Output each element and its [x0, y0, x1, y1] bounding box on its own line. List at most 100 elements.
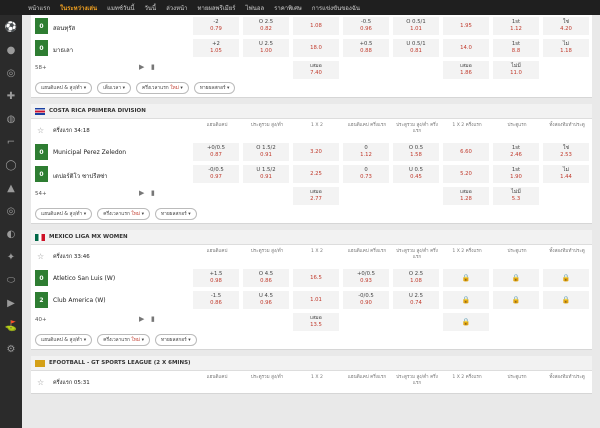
odds-cell[interactable]: ไม่ 1.44 — [543, 165, 589, 183]
odds-cell[interactable]: -0.5 0.96 — [343, 17, 389, 35]
odds-cell[interactable]: 0 0.73 — [343, 165, 389, 183]
odds-cell[interactable]: U 0.5 0.45 — [393, 165, 439, 183]
odds-cell[interactable]: 🔒 — [543, 291, 589, 309]
odds-cell[interactable]: เสมอ 13.5 — [293, 313, 339, 331]
odds-cell[interactable]: U 1.5/2 0.91 — [243, 165, 289, 183]
odds-cell[interactable]: 6.60 — [443, 143, 489, 161]
nav-item-4[interactable]: ล่วงหน้า — [166, 3, 187, 13]
live-stream-icon[interactable]: ▶ — [139, 63, 144, 71]
odds-cell[interactable]: +0.5 0.88 — [343, 39, 389, 57]
more-markets-count[interactable]: 54+ — [35, 191, 47, 197]
odds-cell[interactable]: เสมอ 1.86 — [443, 61, 489, 79]
odds-cell[interactable]: 🔒 — [493, 291, 539, 309]
odds-cell[interactable]: 5.20 — [443, 165, 489, 183]
tennis-icon[interactable]: ◎ — [4, 67, 18, 81]
market-filter-dropdown[interactable]: ครึ่งเวลาแรก ใหม่ ▾ — [136, 82, 189, 94]
team-name[interactable]: สอนทุรัส — [53, 23, 75, 33]
odds-cell[interactable]: 0 1.12 — [343, 143, 389, 161]
stats-icon[interactable]: ▮ — [151, 63, 155, 71]
market-filter-dropdown[interactable]: ครึ่งเวลาแรก ใหม่ ▾ — [97, 334, 150, 346]
rugby-icon[interactable]: ⬭ — [4, 274, 18, 288]
odds-cell[interactable]: -0/0.5 0.90 — [343, 291, 389, 309]
market-filter-dropdown[interactable]: แฮนดิแคป & สูง/ต่ำ ▾ — [35, 82, 93, 94]
golf-icon[interactable]: ⛳ — [4, 320, 18, 334]
cycling-icon[interactable]: ⚙ — [4, 343, 18, 357]
live-stream-icon[interactable]: ▶ — [139, 315, 144, 323]
market-filter-dropdown[interactable]: แฮนดิแคป & สูง/ต่ำ ▾ — [35, 208, 93, 220]
odds-cell[interactable]: 1.95 — [443, 17, 489, 35]
nav-item-1[interactable]: ในระหว่างเล่น — [60, 3, 97, 13]
odds-cell[interactable]: -1.5 0.86 — [193, 291, 239, 309]
odds-cell[interactable]: U 2.5 0.74 — [393, 291, 439, 309]
hockey-stick-icon[interactable]: ⌐ — [4, 136, 18, 150]
odds-cell[interactable]: ใช่ 4.20 — [543, 17, 589, 35]
odds-cell[interactable]: O 0.5 1.58 — [393, 143, 439, 161]
favorite-star-icon[interactable]: ☆ — [37, 252, 44, 261]
odds-cell[interactable]: +2 1.05 — [193, 39, 239, 57]
odds-cell[interactable]: O 2.5 1.08 — [393, 269, 439, 287]
nav-item-5[interactable]: ทายผลพรีเมียร์ — [198, 3, 236, 13]
odds-cell[interactable]: U 0.5/1 0.81 — [393, 39, 439, 57]
odds-cell[interactable]: เสมอ 2.77 — [293, 187, 339, 205]
stats-icon[interactable]: ▮ — [151, 315, 155, 323]
odds-cell[interactable]: 16.5 — [293, 269, 339, 287]
nav-item-7[interactable]: ราคาพิเศษ — [274, 3, 302, 13]
odds-cell[interactable]: เสมอ 1.28 — [443, 187, 489, 205]
market-filter-dropdown[interactable]: ทายผลสกอร์ ▾ — [193, 82, 236, 94]
nav-item-2[interactable]: แมทช์วันนี้ — [107, 3, 134, 13]
odds-cell[interactable]: 1st 1.90 — [493, 165, 539, 183]
odds-cell[interactable]: ใช่ 2.53 — [543, 143, 589, 161]
odds-cell[interactable]: ไม่ 1.18 — [543, 39, 589, 57]
table-tennis-icon[interactable]: ◐ — [4, 228, 18, 242]
odds-cell[interactable]: ไม่มี 11.0 — [493, 61, 539, 79]
odds-cell[interactable]: เสมอ 7.40 — [293, 61, 339, 79]
team-name[interactable]: มาธเลา — [53, 45, 73, 55]
odds-cell[interactable]: U 4.5 0.96 — [243, 291, 289, 309]
market-filter-dropdown[interactable]: ทายผลสกอร์ ▾ — [155, 334, 197, 346]
soccer-ball-icon[interactable]: ⚽ — [4, 21, 18, 35]
odds-cell[interactable]: O 4.5 0.86 — [243, 269, 289, 287]
odds-cell[interactable]: 1st 1.12 — [493, 17, 539, 35]
market-filter-dropdown[interactable]: ครึ่งเวลาแรก ใหม่ ▾ — [97, 208, 150, 220]
stats-icon[interactable]: ▮ — [151, 189, 155, 197]
nav-item-3[interactable]: วันนี้ — [145, 3, 157, 13]
more-markets-count[interactable]: 58+ — [35, 65, 47, 71]
odds-cell[interactable]: 1st 2.46 — [493, 143, 539, 161]
odds-cell[interactable]: O 1.5/2 0.91 — [243, 143, 289, 161]
nav-item-0[interactable]: หน้าแรก — [28, 3, 50, 13]
baseball-icon[interactable]: ◯ — [4, 159, 18, 173]
odds-cell[interactable]: U 2.5 1.00 — [243, 39, 289, 57]
team-name[interactable]: เดปอร์ติโว ซาปรีสซ่า — [53, 171, 108, 181]
odds-cell[interactable]: 14.0 — [443, 39, 489, 57]
odds-cell[interactable]: -2 0.79 — [193, 17, 239, 35]
odds-cell[interactable]: 1.01 — [293, 291, 339, 309]
mma-icon[interactable]: ✦ — [4, 251, 18, 265]
badminton-icon[interactable]: ✚ — [4, 90, 18, 104]
favorite-star-icon[interactable]: ☆ — [37, 126, 44, 135]
volleyball-icon[interactable]: ◍ — [4, 113, 18, 127]
odds-cell[interactable]: ไม่มี 5.3 — [493, 187, 539, 205]
odds-cell[interactable]: 3.20 — [293, 143, 339, 161]
odds-cell[interactable]: +1.5 0.98 — [193, 269, 239, 287]
odds-cell[interactable]: O 2.5 0.82 — [243, 17, 289, 35]
odds-cell[interactable]: 🔒 — [443, 291, 489, 309]
live-stream-icon[interactable]: ▶ — [139, 189, 144, 197]
nav-item-6[interactable]: ไฟนอล — [245, 3, 264, 13]
odds-cell[interactable]: 🔒 — [493, 269, 539, 287]
league-header[interactable]: EFOOTBALL - GT SPORTS LEAGUE (2 X 6MINS) — [31, 356, 592, 371]
nav-item-8[interactable]: การแข่งขันของฉัน — [312, 3, 360, 13]
odds-cell[interactable]: 🔒 — [543, 269, 589, 287]
more-markets-count[interactable]: 40+ — [35, 317, 47, 323]
market-filter-dropdown[interactable]: ทายผลสกอร์ ▾ — [155, 208, 197, 220]
odds-cell[interactable]: 18.0 — [293, 39, 339, 57]
odds-cell[interactable]: -0/0.5 0.97 — [193, 165, 239, 183]
market-filter-dropdown[interactable]: เต็มเวลา ▾ — [97, 82, 132, 94]
odds-cell[interactable]: +0/0.5 0.87 — [193, 143, 239, 161]
market-filter-dropdown[interactable]: แฮนดิแคป & สูง/ต่ำ ▾ — [35, 334, 93, 346]
favorite-star-icon[interactable]: ☆ — [37, 378, 44, 387]
odds-cell[interactable]: 1st 8.8 — [493, 39, 539, 57]
league-header[interactable]: MEXICO LIGA MX WOMEN — [31, 230, 592, 245]
basketball-icon[interactable]: ● — [4, 44, 18, 58]
odds-cell[interactable]: O 0.5/1 1.01 — [393, 17, 439, 35]
odds-cell[interactable]: +0/0.5 0.93 — [343, 269, 389, 287]
